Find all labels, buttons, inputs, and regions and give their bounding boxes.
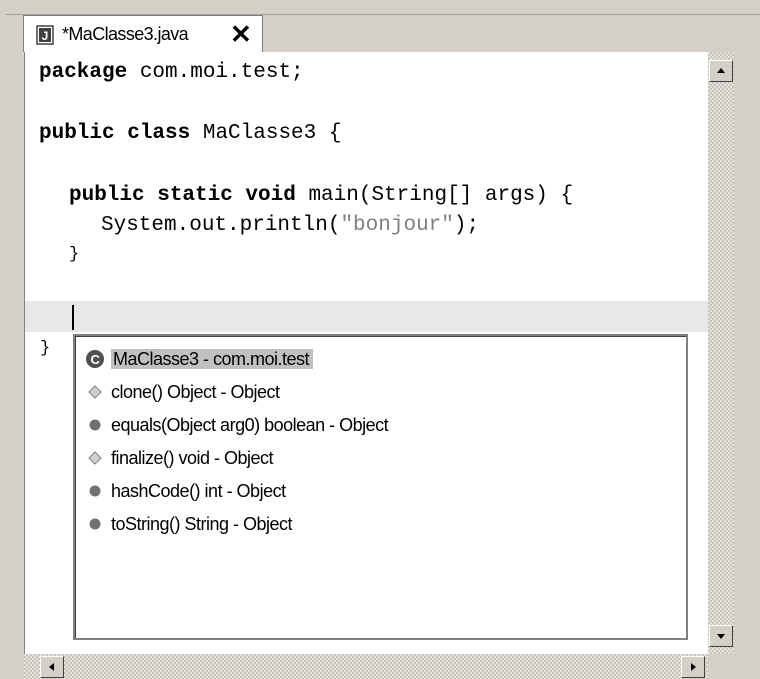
- horizontal-scrollbar[interactable]: [24, 654, 708, 679]
- code-line-class-decl: public class MaClasse3 {: [39, 122, 342, 145]
- code-line-method-close: }: [69, 245, 80, 264]
- arrow-left-icon: [49, 663, 54, 671]
- text-caret: [72, 305, 74, 330]
- scroll-down-button[interactable]: [709, 625, 733, 647]
- scroll-up-button[interactable]: [709, 60, 733, 82]
- tab-bar: J *MaClasse3.java ✕: [6, 14, 760, 53]
- code-line-main-decl: public static void main(String[] args) {: [69, 184, 574, 207]
- svg-text:J: J: [42, 29, 49, 43]
- close-icon[interactable]: ✕: [230, 19, 252, 49]
- public-method-icon: [89, 419, 101, 431]
- editor-window: J *MaClasse3.java ✕ package com.moi.test…: [0, 0, 760, 679]
- current-line-highlight: [25, 301, 709, 332]
- protected-method-icon: [88, 451, 102, 465]
- scroll-right-button[interactable]: [681, 656, 705, 678]
- code-line-package: package com.moi.test;: [39, 61, 304, 84]
- content-assist-popup[interactable]: C MaClasse3 - com.moi.test clone() Objec…: [73, 334, 688, 640]
- completion-item-maclasse3[interactable]: C MaClasse3 - com.moi.test: [85, 344, 314, 374]
- public-method-icon: [89, 518, 101, 530]
- scroll-left-button[interactable]: [40, 656, 64, 678]
- completion-item-clone[interactable]: clone() Object - Object: [85, 377, 280, 407]
- window-right-edge: [734, 52, 760, 679]
- scrollbar-corner: [708, 654, 734, 679]
- arrow-down-icon: [717, 634, 725, 639]
- tab-title: *MaClasse3.java: [62, 24, 189, 44]
- completion-item-hashcode[interactable]: hashCode() int - Object: [85, 476, 286, 506]
- arrow-up-icon: [717, 68, 725, 73]
- public-method-icon: [89, 485, 101, 497]
- completion-item-finalize[interactable]: finalize() void - Object: [85, 443, 274, 473]
- arrow-right-icon: [691, 663, 696, 671]
- code-line-class-close: }: [40, 339, 51, 358]
- protected-method-icon: [88, 385, 102, 399]
- tab-maclasse3-java[interactable]: J *MaClasse3.java ✕: [23, 15, 263, 52]
- completion-item-equals[interactable]: equals(Object arg0) boolean - Object: [85, 410, 389, 440]
- svg-text:C: C: [91, 352, 101, 367]
- java-file-icon: J: [36, 25, 54, 45]
- vertical-scrollbar[interactable]: [708, 52, 734, 664]
- completion-item-tostring[interactable]: toString() String - Object: [85, 509, 293, 539]
- code-line-println: System.out.println("bonjour");: [101, 214, 480, 237]
- class-icon: C: [86, 350, 104, 369]
